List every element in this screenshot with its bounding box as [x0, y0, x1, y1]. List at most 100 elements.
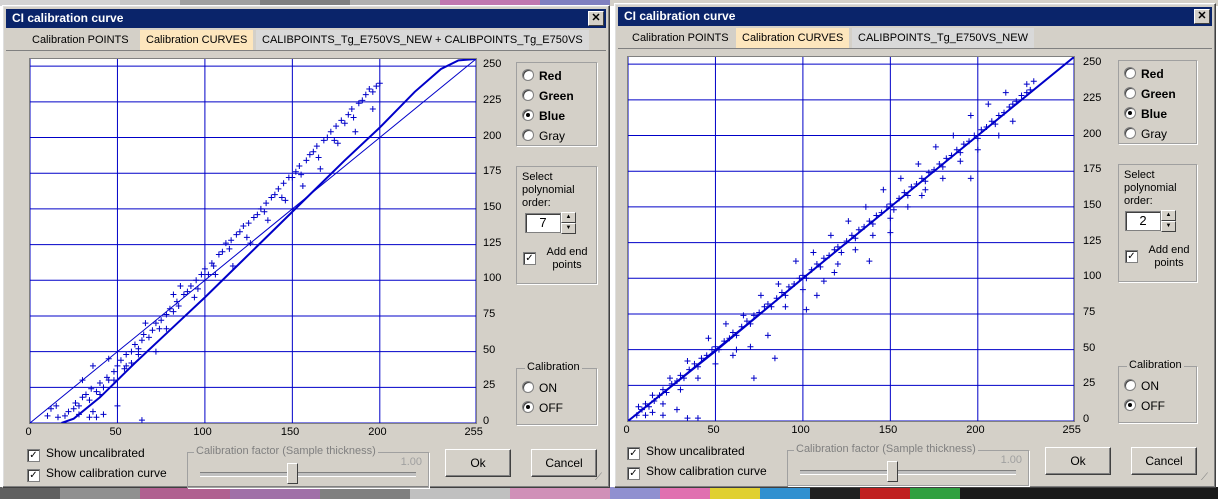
spin-up-button[interactable]: ▲ — [1161, 210, 1176, 221]
show-calibration-curve-checkbox[interactable]: ✓ Show calibration curve — [27, 466, 167, 482]
calibration-on-radio[interactable]: ON — [1124, 379, 1159, 395]
channel-red-radio[interactable]: Red — [522, 69, 562, 85]
calibration-off-radio[interactable]: OFF — [522, 401, 563, 417]
polynomial-order-input[interactable]: 7 — [525, 213, 561, 233]
data-point — [799, 286, 806, 293]
close-button[interactable]: ✕ — [588, 11, 604, 26]
spin-down-button[interactable]: ▼ — [561, 223, 576, 234]
data-point — [212, 271, 219, 278]
radio-indicator — [1124, 87, 1136, 99]
data-point — [47, 405, 54, 412]
data-point — [887, 229, 894, 236]
close-button[interactable]: ✕ — [1194, 9, 1210, 24]
calibration-off-radio[interactable]: OFF — [1124, 399, 1165, 415]
cancel-button[interactable]: Cancel — [1131, 447, 1197, 475]
data-point — [313, 143, 320, 150]
checkbox-box: ✓ — [627, 467, 640, 480]
data-point — [79, 394, 86, 401]
data-point — [1002, 89, 1009, 96]
tab-calibration-curves[interactable]: Calibration CURVES — [140, 30, 254, 50]
data-point — [918, 192, 925, 199]
radio-indicator — [522, 89, 534, 101]
data-point — [897, 175, 904, 182]
channel-green-radio[interactable]: Green — [1124, 87, 1176, 103]
window-title: CI calibration curve — [12, 11, 124, 25]
data-point — [1009, 118, 1016, 125]
polynomial-order-label: Select polynomial order: — [1124, 169, 1177, 207]
x-tick-label: 100 — [193, 426, 212, 438]
data-point — [303, 157, 310, 164]
desktop-color-strip-bottom — [0, 487, 1218, 499]
calibration-plot — [627, 56, 1075, 422]
data-point — [100, 384, 107, 391]
channel-blue-radio[interactable]: Blue — [522, 109, 565, 125]
data-point — [152, 348, 159, 355]
x-axis-labels: 0 50 100 150 200 255 — [623, 424, 1087, 438]
data-point — [834, 260, 841, 267]
show-calibration-curve-checkbox[interactable]: ✓ Show calibration curve — [627, 464, 767, 480]
spin-up-button[interactable]: ▲ — [561, 212, 576, 223]
calibration-on-radio[interactable]: ON — [522, 381, 557, 397]
window-title: CI calibration curve — [624, 9, 736, 23]
y-tick-label: 225 — [483, 93, 502, 106]
title-bar[interactable]: CI calibration curve ✕ — [6, 9, 606, 28]
data-point — [967, 175, 974, 182]
calibration-factor-slider[interactable] — [886, 461, 898, 482]
ok-button[interactable]: Ok — [1045, 447, 1111, 475]
add-end-points-checkbox[interactable]: ✓ — [1125, 250, 1138, 263]
x-tick-label: 0 — [623, 424, 630, 436]
data-point — [722, 320, 729, 327]
data-point — [862, 203, 869, 210]
data-point — [974, 146, 981, 153]
data-point — [275, 185, 282, 192]
channel-green-radio[interactable]: Green — [522, 89, 574, 105]
y-tick-label: 25 — [1083, 377, 1096, 390]
y-tick-label: 250 — [1083, 56, 1102, 69]
data-point — [201, 265, 208, 272]
spin-down-button[interactable]: ▼ — [1161, 221, 1176, 232]
data-point — [635, 403, 642, 410]
polynomial-order-spinner: ▲ ▼ — [1161, 210, 1176, 232]
data-point — [93, 388, 100, 395]
channel-blue-radio[interactable]: Blue — [1124, 107, 1167, 123]
y-tick-label: 250 — [483, 58, 502, 71]
y-tick-label: 50 — [1083, 341, 1096, 354]
data-point — [733, 332, 740, 339]
tab-calibration-curves[interactable]: Calibration CURVES — [736, 28, 850, 48]
show-uncalibrated-checkbox[interactable]: ✓ Show uncalibrated — [27, 446, 145, 462]
calibration-factor-slider[interactable] — [286, 463, 298, 484]
data-point — [775, 280, 782, 287]
data-point — [880, 186, 887, 193]
data-point — [282, 197, 289, 204]
tab-calibration-points[interactable]: Calibration POINTS — [626, 28, 735, 48]
data-point — [219, 248, 226, 255]
show-uncalibrated-checkbox[interactable]: ✓ Show uncalibrated — [627, 444, 745, 460]
data-point — [359, 97, 366, 104]
data-point — [756, 309, 763, 316]
x-tick-label: 150 — [878, 424, 898, 436]
data-point — [773, 295, 780, 302]
channel-red-radio[interactable]: Red — [1124, 67, 1164, 83]
cancel-button[interactable]: Cancel — [531, 449, 597, 477]
add-end-points-checkbox[interactable]: ✓ — [523, 252, 536, 265]
resize-grip-icon[interactable]: ⟋ — [595, 473, 607, 485]
calibration-factor-track — [200, 472, 416, 477]
data-point — [205, 271, 212, 278]
data-point — [694, 375, 701, 382]
data-point — [338, 117, 345, 124]
y-tick-label: 75 — [483, 307, 496, 320]
resize-grip-icon[interactable]: ⟋ — [1201, 473, 1213, 485]
polynomial-order-input[interactable]: 2 — [1125, 211, 1161, 231]
channel-group: Red Green Blue Gray — [1118, 60, 1197, 144]
channel-gray-radio[interactable]: Gray — [522, 129, 565, 145]
tab-calibration-points[interactable]: Calibration POINTS — [26, 30, 135, 50]
radio-indicator — [522, 129, 534, 141]
y-tick-label: 100 — [1083, 270, 1102, 283]
data-point — [163, 311, 170, 318]
data-point — [705, 335, 712, 342]
ok-button[interactable]: Ok — [445, 449, 511, 477]
data-point — [187, 282, 194, 289]
title-bar[interactable]: CI calibration curve ✕ — [618, 7, 1212, 26]
radio-indicator — [1124, 379, 1136, 391]
channel-gray-radio[interactable]: Gray — [1124, 127, 1167, 143]
